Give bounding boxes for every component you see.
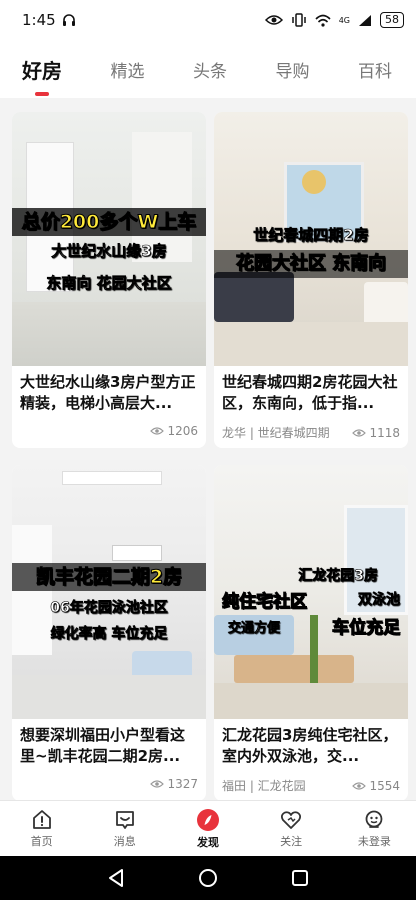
- eye-icon: [264, 15, 283, 25]
- listing-meta: 龙华 | 世纪春城四期 1118: [214, 418, 408, 441]
- discover-icon: [196, 808, 219, 831]
- nav-messages-label: 消息: [113, 834, 136, 848]
- nav-login[interactable]: 未登录: [339, 809, 409, 849]
- home-circle-icon[interactable]: [198, 868, 218, 888]
- nav-discover-label: 发现: [196, 835, 219, 849]
- listing-card[interactable]: 汇龙花园3房 纯住宅社区 双泳池 交通方便 车位充足 汇龙花园3房纯住宅社区，室…: [214, 465, 408, 800]
- user-icon: [365, 810, 383, 828]
- listing-card[interactable]: 世纪春城四期2房 花园大社区 东南向 世纪春城四期2房花园大社区，东南向，低于指…: [214, 112, 408, 448]
- system-nav-bar: [0, 856, 416, 900]
- photo-caption: 06年花园泳池社区: [50, 600, 168, 617]
- signal-icon: [359, 14, 371, 26]
- listing-meta: 福田 | 汇龙花园 1554: [214, 771, 408, 794]
- listing-location: 龙华 | 世纪春城四期: [222, 426, 330, 440]
- nav-follow[interactable]: 关注: [256, 809, 326, 849]
- eye-icon: [150, 780, 165, 788]
- photo-caption: 总价200多个W上车: [12, 208, 206, 236]
- listing-photo: 世纪春城四期2房 花园大社区 东南向: [214, 112, 408, 366]
- tab-baike[interactable]: 百科: [358, 57, 392, 82]
- listing-title[interactable]: 想要深圳福田小户型看这里~凯丰花园二期2房...: [12, 719, 206, 771]
- listing-card[interactable]: 凯丰花园二期2房 06年花园泳池社区 绿化率高 车位充足 想要深圳福田小户型看这…: [12, 465, 206, 800]
- listing-photo: 凯丰花园二期2房 06年花园泳池社区 绿化率高 车位充足: [12, 465, 206, 719]
- photo-caption: 车位充足: [332, 618, 401, 639]
- nav-discover[interactable]: 发现: [173, 808, 243, 850]
- photo-caption: 东南向 花园大社区: [46, 274, 172, 293]
- back-icon[interactable]: [107, 868, 125, 888]
- headphones-icon: [62, 14, 75, 26]
- listing-feed: 总价200多个W上车 大世纪水山缘3房 东南向 花园大社区 大世纪水山缘3房户型…: [0, 98, 416, 800]
- message-icon: [115, 810, 134, 829]
- eye-icon: [352, 781, 367, 790]
- tab-haofang[interactable]: 好房: [22, 55, 62, 96]
- listing-card[interactable]: 总价200多个W上车 大世纪水山缘3房 东南向 花园大社区 大世纪水山缘3房户型…: [12, 112, 206, 448]
- wifi-icon: [315, 14, 331, 27]
- listing-location: 福田 | 汇龙花园: [222, 779, 306, 793]
- tab-daogou[interactable]: 导购: [276, 57, 310, 82]
- listing-title[interactable]: 汇龙花园3房纯住宅社区，室内外双泳池，交...: [214, 719, 408, 771]
- bottom-nav: 首页 消息 发现 关注 未登录: [0, 800, 416, 856]
- view-count: 1206: [167, 424, 198, 438]
- status-bar: 1:45 4G 58: [0, 0, 416, 40]
- category-tabs: 好房 精选 头条 导购 百科: [0, 40, 416, 98]
- view-count: 1554: [369, 778, 400, 793]
- tab-toutiao[interactable]: 头条: [193, 57, 227, 82]
- listing-photo: 汇龙花园3房 纯住宅社区 双泳池 交通方便 车位充足: [214, 465, 408, 719]
- photo-caption: 凯丰花园二期2房: [12, 563, 206, 591]
- network-label: 4G: [338, 15, 350, 25]
- battery-level: 58: [380, 12, 404, 28]
- photo-caption: 绿化率高 车位充足: [50, 626, 168, 643]
- recent-apps-icon[interactable]: [291, 869, 309, 887]
- tab-jingxuan[interactable]: 精选: [111, 57, 145, 82]
- view-count: 1118: [369, 425, 400, 440]
- photo-caption: 花园大社区 东南向: [214, 250, 408, 278]
- nav-login-label: 未登录: [357, 834, 391, 848]
- listing-title[interactable]: 大世纪水山缘3房户型方正精装，电梯小高层大...: [12, 366, 206, 418]
- home-icon: [32, 809, 51, 829]
- heart-icon: [281, 810, 302, 829]
- view-count: 1327: [167, 777, 198, 791]
- nav-home-label: 首页: [30, 834, 53, 848]
- eye-icon: [150, 427, 165, 435]
- listing-meta: 1206: [12, 418, 206, 438]
- status-time: 1:45: [22, 11, 56, 29]
- vibrate-icon: [291, 13, 306, 27]
- listing-title[interactable]: 世纪春城四期2房花园大社区，东南向，低于指...: [214, 366, 408, 418]
- photo-caption: 大世纪水山缘3房: [51, 242, 167, 261]
- photo-caption: 汇龙花园3房: [298, 568, 378, 585]
- photo-caption: 世纪春城四期2房: [253, 226, 369, 245]
- nav-follow-label: 关注: [280, 834, 303, 848]
- nav-home[interactable]: 首页: [7, 809, 77, 849]
- eye-icon: [352, 428, 367, 437]
- listing-photo: 总价200多个W上车 大世纪水山缘3房 东南向 花园大社区: [12, 112, 206, 366]
- listing-meta: 1327: [12, 771, 206, 791]
- photo-caption: 双泳池: [358, 592, 401, 609]
- nav-messages[interactable]: 消息: [90, 809, 160, 849]
